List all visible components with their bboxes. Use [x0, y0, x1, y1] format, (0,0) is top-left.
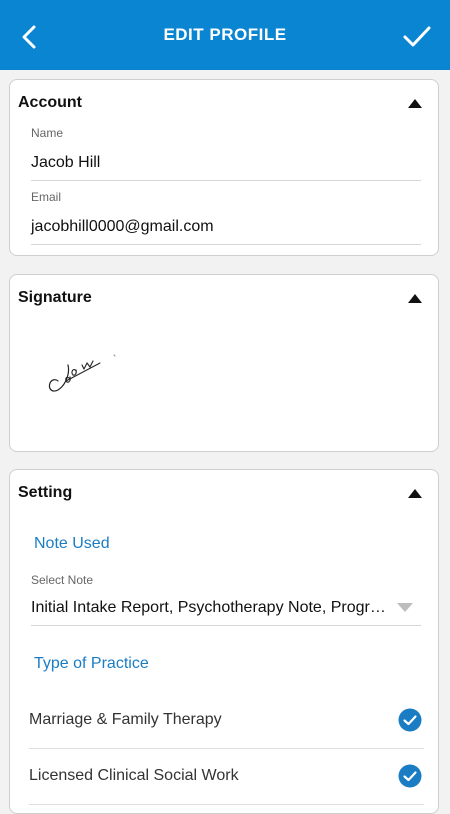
setting-card-title: Setting: [18, 484, 73, 501]
app-bar: EDIT PROFILE: [0, 0, 450, 70]
account-card-header[interactable]: Account: [10, 80, 438, 126]
practice-item-marriage-family-therapy[interactable]: Marriage & Family Therapy: [29, 692, 424, 749]
check-circle-icon[interactable]: [398, 708, 422, 732]
practice-label: Marriage & Family Therapy: [29, 711, 222, 728]
checkmark-icon[interactable]: [402, 24, 432, 50]
name-field-label: Name: [31, 126, 64, 140]
name-input[interactable]: Jacob Hill: [31, 140, 421, 181]
select-note-label: Select Note: [31, 573, 94, 587]
name-field[interactable]: Name Jacob Hill: [31, 126, 421, 181]
page-title: EDIT PROFILE: [163, 25, 287, 44]
select-note-field[interactable]: Select Note Initial Intake Report, Psych…: [31, 573, 421, 626]
signature-drawing[interactable]: [40, 345, 150, 415]
collapse-triangle-icon[interactable]: [408, 488, 422, 498]
email-input[interactable]: jacobhill0000@gmail.com: [31, 204, 421, 245]
signature-card-header[interactable]: Signature: [10, 275, 438, 321]
account-card-title: Account: [18, 94, 82, 111]
select-note-dropdown[interactable]: Initial Intake Report, Psychotherapy Not…: [31, 587, 421, 626]
signature-card: Signature: [9, 274, 439, 452]
email-field[interactable]: Email jacobhill0000@gmail.com: [31, 190, 421, 245]
chevron-down-icon[interactable]: [397, 603, 413, 613]
note-used-link[interactable]: Note Used: [34, 535, 110, 553]
collapse-triangle-icon[interactable]: [408, 98, 422, 108]
select-note-value: Initial Intake Report, Psychotherapy Not…: [31, 599, 387, 616]
practice-label: Licensed Clinical Social Work: [29, 767, 239, 784]
collapse-triangle-icon[interactable]: [408, 293, 422, 303]
check-circle-icon[interactable]: [398, 764, 422, 788]
practice-item-licensed-clinical-social-work[interactable]: Licensed Clinical Social Work: [29, 748, 424, 805]
account-card: Account Name Jacob Hill Email jacobhill0…: [9, 79, 439, 256]
setting-card: Setting Note Used Select Note Initial In…: [9, 469, 439, 814]
setting-card-header[interactable]: Setting: [10, 470, 438, 516]
back-arrow-icon[interactable]: [14, 22, 44, 52]
email-field-label: Email: [31, 190, 62, 204]
type-of-practice-link[interactable]: Type of Practice: [34, 655, 149, 673]
signature-card-title: Signature: [18, 289, 92, 306]
